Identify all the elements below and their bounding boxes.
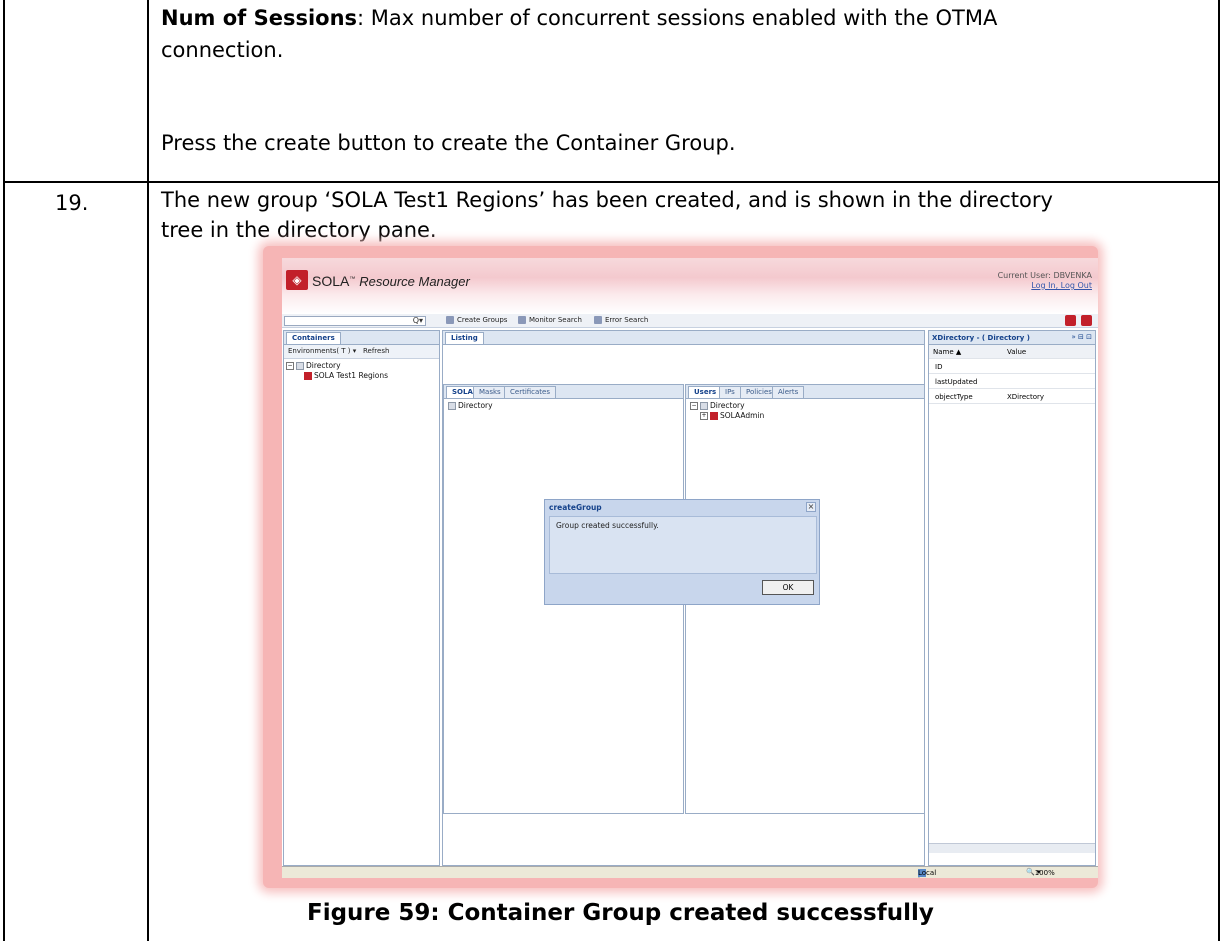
row1-line1: Num of Sessions: Max number of concurren…: [161, 6, 998, 30]
tree-item-directory[interactable]: − Directory: [690, 401, 745, 410]
table-row[interactable]: lastUpdated: [929, 375, 1095, 389]
search-input[interactable]: Q▾: [284, 316, 426, 326]
tab-listing[interactable]: Listing: [445, 332, 484, 344]
browser-status-bar: Local intranet 🔍100% ▾: [282, 866, 1098, 878]
folder-icon: [448, 402, 456, 410]
login-logout-links[interactable]: Log In, Log Out: [998, 281, 1092, 291]
tree-item-directory[interactable]: − Directory: [286, 361, 341, 370]
table-row[interactable]: objectType XDirectory: [929, 390, 1095, 404]
num-sessions-term: Num of Sessions: [161, 6, 358, 30]
app-header: ◈ SOLA™ Resource Manager Current User: D…: [282, 258, 1098, 314]
folder-icon: [296, 362, 304, 370]
embedded-screenshot: ◈ SOLA™ Resource Manager Current User: D…: [282, 258, 1098, 878]
column-value[interactable]: Value: [1007, 348, 1026, 356]
row-divider: [5, 181, 1218, 183]
pane-controls-icon[interactable]: » ⊟ ⊡: [1072, 333, 1092, 341]
column-name[interactable]: Name ▲: [933, 348, 961, 356]
ok-button[interactable]: OK: [762, 580, 814, 595]
tab-containers[interactable]: Containers: [286, 332, 341, 344]
search-icon[interactable]: Q▾: [413, 316, 423, 325]
admin-icon: [710, 412, 718, 420]
app-toolbar: Q▾ Create Groups Monitor Search Error Se…: [282, 314, 1098, 328]
monitor-icon: [518, 316, 526, 324]
environments-dropdown[interactable]: Environments( T ): [288, 347, 351, 355]
row1-line2: connection.: [161, 38, 284, 62]
row2-line2: tree in the directory pane.: [161, 218, 437, 242]
table-header: Name ▲ Value: [929, 345, 1095, 359]
current-user: Current User: DBVENKA: [997, 271, 1092, 280]
folder-icon: [700, 402, 708, 410]
refresh-button[interactable]: Refresh: [363, 347, 389, 355]
horizontal-scrollbar[interactable]: [929, 843, 1095, 853]
tree-item-directory[interactable]: Directory: [448, 401, 493, 410]
figure-caption: Figure 59: Container Group created succe…: [307, 900, 934, 926]
group-icon: [304, 372, 312, 380]
app-title: SOLA™ Resource Manager: [312, 273, 470, 289]
user-info: Current User: DBVENKA Log In, Log Out: [998, 271, 1092, 291]
sola-logo-icon: ◈: [286, 270, 308, 290]
tab-masks[interactable]: Masks: [473, 386, 507, 398]
tab-users[interactable]: Users: [688, 386, 723, 398]
row1-line3: Press the create button to create the Co…: [161, 131, 736, 155]
dialog-message: Group created successfully.: [549, 516, 817, 574]
collapse-icon[interactable]: −: [286, 362, 294, 370]
tab-alerts[interactable]: Alerts: [772, 386, 805, 398]
close-icon[interactable]: ×: [806, 502, 816, 512]
table-row[interactable]: ID: [929, 360, 1095, 374]
stop-icon[interactable]: [1065, 315, 1076, 326]
properties-pane: XDirectory - ( Directory ) » ⊟ ⊡ Name ▲ …: [928, 330, 1096, 866]
tab-certificates[interactable]: Certificates: [504, 386, 557, 398]
step-number: 19.: [55, 191, 89, 215]
help-icon[interactable]: [1081, 315, 1092, 326]
containers-pane: Containers Environments( T ) ▾ Refresh −…: [283, 330, 440, 866]
dialog-title: createGroup: [549, 503, 602, 512]
create-groups-button[interactable]: Create Groups: [446, 316, 507, 324]
tree-item-sola-test1-regions[interactable]: SOLA Test1 Regions: [304, 371, 388, 380]
column-divider: [147, 0, 149, 941]
environments-bar: Environments( T ) ▾ Refresh: [284, 345, 439, 359]
properties-title: XDirectory - ( Directory ): [932, 334, 1030, 342]
create-group-dialog: createGroup × Group created successfully…: [544, 499, 820, 605]
zoom-level[interactable]: 🔍 100% ▾: [1026, 868, 1055, 877]
collapse-icon[interactable]: −: [690, 402, 698, 410]
error-icon: [594, 316, 602, 324]
row2-line1: The new group ‘SOLA Test1 Regions’ has b…: [161, 188, 1053, 212]
tree-item-solaadmin[interactable]: + SOLAAdmin: [700, 411, 764, 420]
monitor-search-button[interactable]: Monitor Search: [518, 316, 582, 324]
tab-ips[interactable]: IPs: [719, 386, 741, 398]
expand-icon[interactable]: +: [700, 412, 708, 420]
groups-icon: [446, 316, 454, 324]
error-search-button[interactable]: Error Search: [594, 316, 648, 324]
